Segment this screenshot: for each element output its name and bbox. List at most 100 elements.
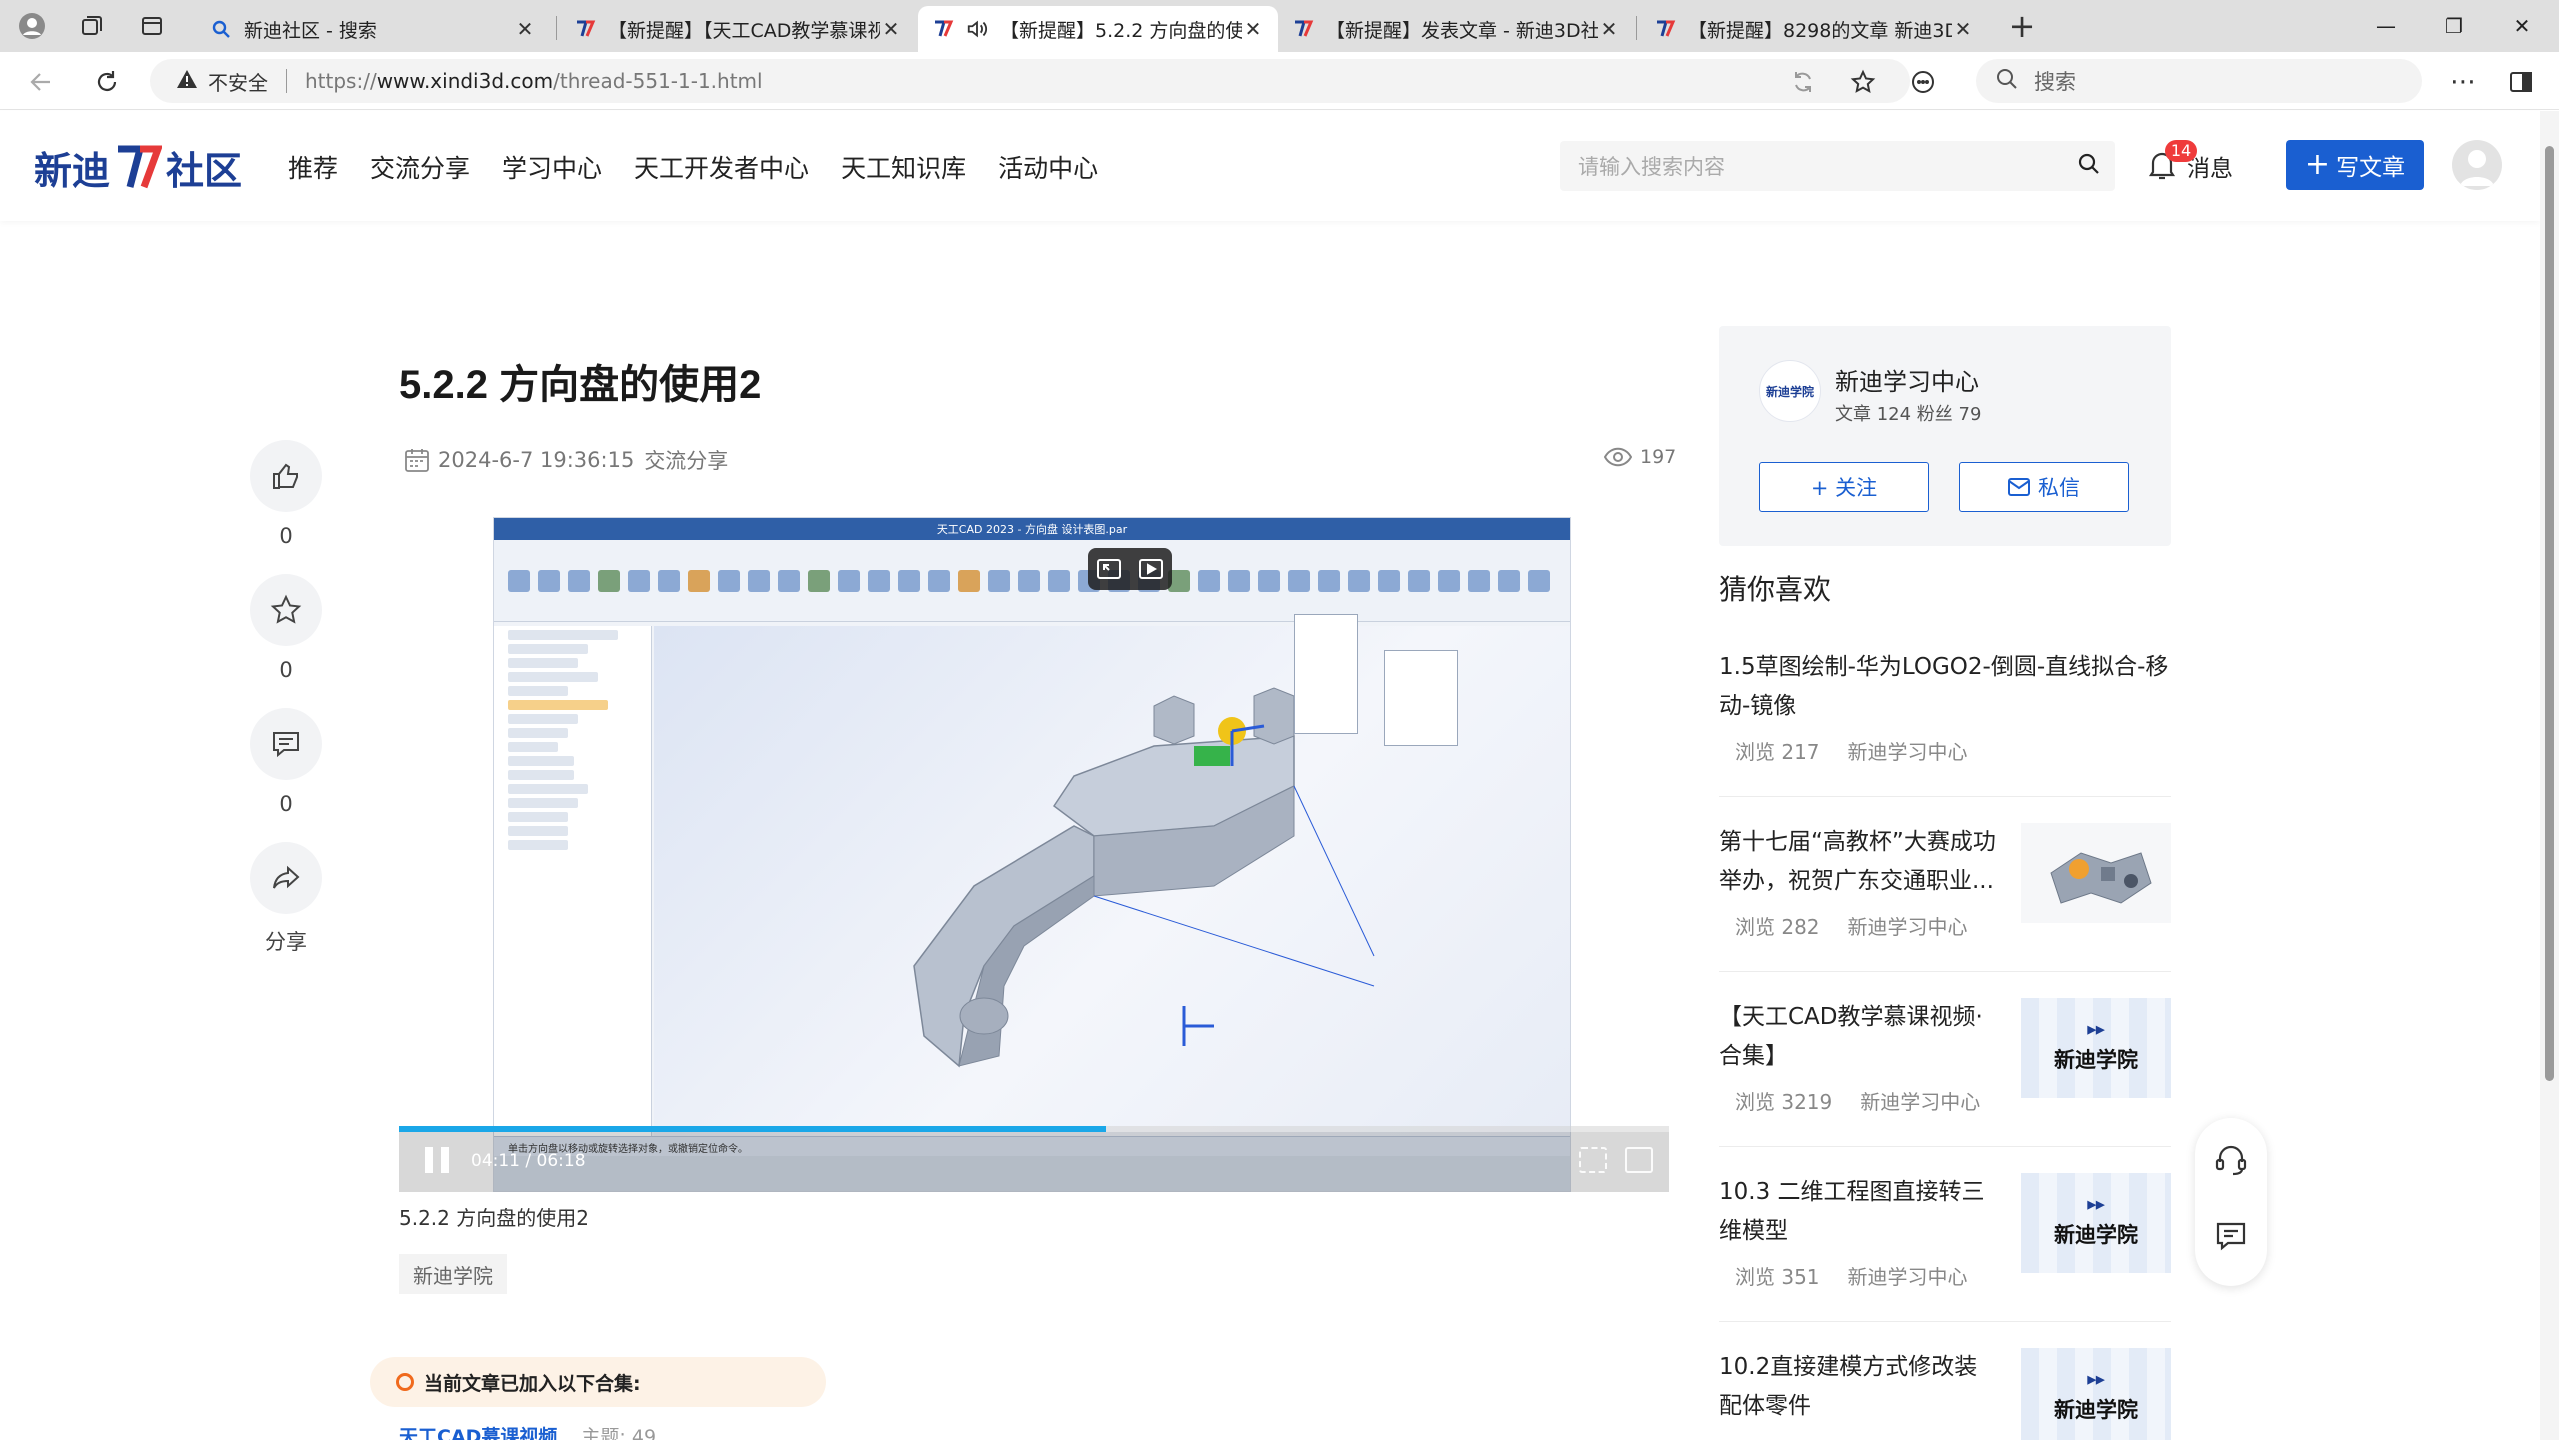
nav-item-knowledge[interactable]: 天工知识库 xyxy=(841,149,966,185)
warning-icon[interactable] xyxy=(176,69,198,94)
article-category[interactable]: 交流分享 xyxy=(644,445,728,475)
recommend-title[interactable]: 1.5草图绘制-华为LOGO2-倒圆-直线拟合-移动-镜像 xyxy=(1719,648,2171,726)
restore-button[interactable]: ❐ xyxy=(2424,4,2484,48)
recommend-author[interactable]: 新迪学习中心 xyxy=(1848,740,1968,764)
favorite-star-icon[interactable] xyxy=(1844,63,1882,101)
close-tab-icon[interactable]: ✕ xyxy=(1598,17,1620,41)
recommend-thumbnail[interactable] xyxy=(2021,823,2171,923)
cad-panel xyxy=(1294,614,1358,734)
sidebar-toggle-icon[interactable] xyxy=(2502,63,2540,101)
close-tab-icon[interactable]: ✕ xyxy=(514,17,536,41)
nav-item-learning[interactable]: 学习中心 xyxy=(502,149,602,185)
browser-essentials-icon[interactable] xyxy=(1904,63,1942,101)
page-scrollbar[interactable] xyxy=(2540,111,2559,1440)
share-icon[interactable] xyxy=(250,842,322,914)
video-player[interactable]: 天工CAD 2023 - 方向盘 设计表图.par 单击方向盘以移动或旋转选择对… xyxy=(399,517,1669,1192)
recommend-item[interactable]: 第十七届“高教杯”大赛成功举办，祝贺广东交通职业... 浏览 282 新迪学习中心 xyxy=(1719,823,2171,973)
scrollbar-thumb[interactable] xyxy=(2545,146,2554,1081)
vertical-tabs-icon[interactable] xyxy=(134,8,170,44)
favorite-action[interactable]: 0 xyxy=(247,574,325,708)
recommend-item[interactable]: 10.3 二维工程图直接转三维模型 浏览 351 新迪学习中心 ▶▶ 新迪学院 xyxy=(1719,1173,2171,1323)
like-action[interactable]: 0 xyxy=(247,440,325,574)
pause-icon[interactable] xyxy=(425,1147,449,1173)
message-button[interactable]: 私信 xyxy=(1959,462,2129,512)
back-icon[interactable] xyxy=(22,63,60,101)
comment-icon[interactable] xyxy=(250,708,322,780)
share-label: 分享 xyxy=(265,930,307,954)
nav-item-recommend[interactable]: 推荐 xyxy=(288,149,338,185)
picture-in-picture-icon[interactable] xyxy=(1138,558,1164,580)
recommend-title[interactable]: 第十七届“高教杯”大赛成功举办，祝贺广东交通职业... xyxy=(1719,823,1999,901)
plus-icon: + xyxy=(2304,147,2331,182)
exit-fullscreen-icon[interactable] xyxy=(1096,558,1122,580)
recommend-item[interactable]: 【天工CAD教学慕课视频·合集】 浏览 3219 新迪学习中心 ▶▶ 新迪学院 xyxy=(1719,998,2171,1148)
video-progress-remaining[interactable] xyxy=(1106,1126,1669,1132)
profile-icon[interactable] xyxy=(14,8,50,44)
author-name[interactable]: 新迪学习中心 xyxy=(1835,362,1979,397)
tab-user-articles[interactable]: 【新提醒】8298的文章 新迪3D社区 ✕ xyxy=(1640,6,1988,52)
thumb-label: 新迪学院 xyxy=(2054,1398,2138,1422)
search-icon[interactable] xyxy=(2077,152,2101,181)
new-tab-button[interactable]: + xyxy=(2004,7,2040,45)
comment-action[interactable]: 0 xyxy=(247,708,325,842)
customer-service-icon[interactable] xyxy=(2213,1142,2249,1178)
recommend-item[interactable]: 10.2直接建模方式修改装配体零件 ▶▶ 新迪学院 xyxy=(1719,1348,2171,1440)
volume-icon[interactable] xyxy=(1579,1147,1607,1173)
read-aloud-icon[interactable] xyxy=(1784,63,1822,101)
notification-badge: 14 xyxy=(2165,140,2197,162)
author-card: 新迪学院 新迪学习中心 文章 124 粉丝 79 + 关注 私信 xyxy=(1719,326,2171,546)
recommend-thumbnail[interactable]: ▶▶ 新迪学院 xyxy=(2021,1348,2171,1440)
write-article-button[interactable]: + 写文章 xyxy=(2286,140,2424,190)
refresh-icon[interactable] xyxy=(88,63,126,101)
collections-icon[interactable] xyxy=(74,8,110,44)
recommend-thumbnail[interactable]: ▶▶ 新迪学院 xyxy=(2021,1173,2171,1273)
cad-3d-viewport xyxy=(654,614,1570,1136)
more-menu-icon[interactable]: ⋯ xyxy=(2444,63,2482,101)
collection-name[interactable]: 天工CAD慕课视频 xyxy=(399,1422,557,1440)
collection-count: 主题: 49 xyxy=(581,1426,657,1440)
user-avatar[interactable] xyxy=(2452,140,2502,190)
browser-search-input[interactable]: 搜索 xyxy=(1976,59,2422,103)
recommend-title[interactable]: 10.3 二维工程图直接转三维模型 xyxy=(1719,1173,1999,1251)
address-bar[interactable]: 不安全 https:// www.xindi3d.com /thread-551… xyxy=(150,59,1910,103)
thumbs-up-icon[interactable] xyxy=(250,440,322,512)
recommend-thumbnail[interactable]: ▶▶ 新迪学院 xyxy=(2021,998,2171,1098)
close-tab-icon[interactable]: ✕ xyxy=(1242,17,1264,41)
recommend-heading: 猜你喜欢 xyxy=(1719,573,1832,606)
nav-item-developer[interactable]: 天工开发者中心 xyxy=(634,149,809,185)
article-tag[interactable]: 新迪学院 xyxy=(399,1254,507,1294)
site-search-input[interactable]: 请输入搜索内容 xyxy=(1560,141,2115,191)
author-avatar[interactable]: 新迪学院 xyxy=(1759,360,1821,422)
recommend-author[interactable]: 新迪学习中心 xyxy=(1848,915,1968,939)
insecure-label[interactable]: 不安全 xyxy=(208,67,268,96)
minimize-button[interactable]: — xyxy=(2356,4,2416,48)
close-tab-icon[interactable]: ✕ xyxy=(1952,17,1974,41)
follow-button[interactable]: + 关注 xyxy=(1759,462,1929,512)
video-overlay-controls[interactable] xyxy=(1088,548,1172,590)
recommend-title[interactable]: 10.2直接建模方式修改装配体零件 xyxy=(1719,1348,1999,1426)
tab-current-article[interactable]: 【新提醒】5.2.2 方向盘的使用2 ✕ xyxy=(918,6,1278,52)
share-action[interactable]: 分享 xyxy=(247,842,325,976)
tab-course-collection[interactable]: 【新提醒】【天工CAD教学慕课视频·合集】 ✕ xyxy=(560,6,916,52)
nav-item-share[interactable]: 交流分享 xyxy=(370,149,470,185)
tab-post-article[interactable]: 【新提醒】发表文章 - 新迪3D社区 ✕ xyxy=(1278,6,1634,52)
close-window-button[interactable]: ✕ xyxy=(2492,4,2552,48)
close-tab-icon[interactable]: ✕ xyxy=(880,17,902,41)
speaker-icon[interactable] xyxy=(966,18,988,40)
collection-row[interactable]: 天工CAD慕课视频 主题: 49 xyxy=(399,1422,656,1440)
tab-search[interactable]: 新迪社区 - 搜索 ✕ xyxy=(196,6,550,52)
tab-title: 【新提醒】【天工CAD教学慕课视频·合集】 xyxy=(608,19,880,42)
site-logo[interactable]: 新迪 社区 xyxy=(34,141,242,193)
recommend-author[interactable]: 新迪学习中心 xyxy=(1860,1090,1980,1114)
notifications-button[interactable]: 14 消息 xyxy=(2145,140,2233,191)
recommend-title[interactable]: 【天工CAD教学慕课视频·合集】 xyxy=(1719,998,1999,1076)
divider xyxy=(1719,1321,2171,1322)
star-icon[interactable] xyxy=(250,574,322,646)
nav-item-events[interactable]: 活动中心 xyxy=(998,149,1098,185)
fullscreen-icon[interactable] xyxy=(1625,1147,1653,1173)
feedback-icon[interactable] xyxy=(2213,1218,2249,1254)
recommend-author[interactable]: 新迪学习中心 xyxy=(1848,1265,1968,1289)
site-header: 新迪 社区 推荐 交流分享 学习中心 天工开发者中心 天工知识库 活动中心 请输… xyxy=(0,111,2540,221)
recommend-item[interactable]: 1.5草图绘制-华为LOGO2-倒圆-直线拟合-移动-镜像 浏览 217 新迪学习… xyxy=(1719,648,2171,798)
video-progress-played[interactable] xyxy=(399,1126,1106,1132)
